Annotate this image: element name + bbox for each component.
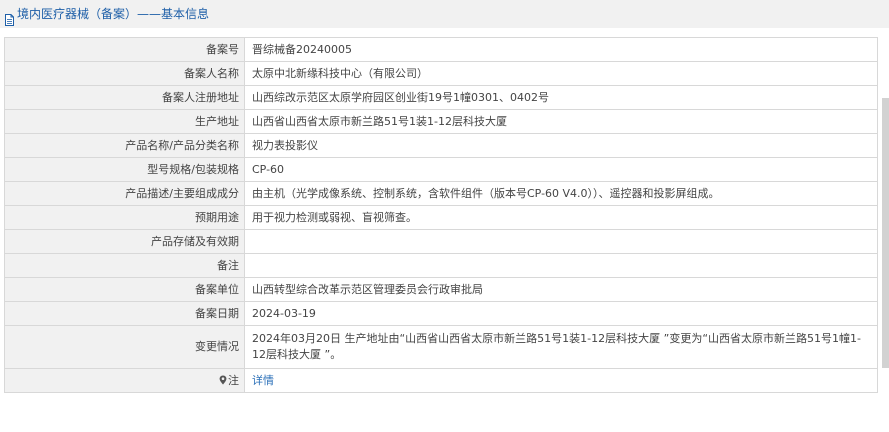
note-label: 注 bbox=[4, 368, 245, 393]
row-value: 用于视力检测或弱视、盲视筛查。 bbox=[244, 205, 878, 230]
scrollbar-thumb[interactable] bbox=[882, 98, 889, 368]
pin-icon bbox=[219, 374, 227, 384]
note-row: 注 详情 bbox=[4, 368, 878, 393]
row-value: 由主机（光学成像系统、控制系统，含软件组件（版本号CP-60 V4.0））、遥控… bbox=[244, 181, 878, 206]
row-label: 产品名称/产品分类名称 bbox=[4, 133, 245, 158]
row-value: 山西转型综合改革示范区管理委员会行政审批局 bbox=[244, 277, 878, 302]
row-label: 生产地址 bbox=[4, 109, 245, 134]
table-row: 产品描述/主要组成成分 由主机（光学成像系统、控制系统，含软件组件（版本号CP-… bbox=[4, 181, 878, 206]
row-value: 2024年03月20日 生产地址由“山西省山西省太原市新兰路51号1装1-12层… bbox=[244, 325, 878, 369]
row-value: 晋综械备20240005 bbox=[244, 37, 878, 62]
row-value: 2024-03-19 bbox=[244, 301, 878, 326]
row-value: 太原中北新缘科技中心（有限公司） bbox=[244, 61, 878, 86]
row-label: 备案号 bbox=[4, 37, 245, 62]
detail-link[interactable]: 详情 bbox=[252, 374, 274, 387]
page-title: 境内医疗器械（备案）——基本信息 bbox=[17, 7, 210, 21]
row-label: 备案单位 bbox=[4, 277, 245, 302]
row-value: 山西综改示范区太原学府园区创业街19号1幢0301、0402号 bbox=[244, 85, 878, 110]
document-icon bbox=[4, 8, 15, 26]
table-row: 变更情况 2024年03月20日 生产地址由“山西省山西省太原市新兰路51号1装… bbox=[4, 325, 878, 369]
table-row: 产品存储及有效期 bbox=[4, 229, 878, 254]
record-page: 境内医疗器械（备案）——基本信息 备案号 晋综械备20240005 备案人名称 … bbox=[0, 0, 889, 432]
info-table: 备案号 晋综械备20240005 备案人名称 太原中北新缘科技中心（有限公司） … bbox=[4, 37, 878, 393]
row-label: 备案人注册地址 bbox=[4, 85, 245, 110]
table-row: 备案人注册地址 山西综改示范区太原学府园区创业街19号1幢0301、0402号 bbox=[4, 85, 878, 110]
row-label: 备案日期 bbox=[4, 301, 245, 326]
note-label-text: 注 bbox=[228, 373, 239, 387]
row-value: 视力表投影仪 bbox=[244, 133, 878, 158]
row-label: 产品存储及有效期 bbox=[4, 229, 245, 254]
row-value: 山西省山西省太原市新兰路51号1装1-12层科技大厦 bbox=[244, 109, 878, 134]
row-label: 变更情况 bbox=[4, 325, 245, 369]
table-row: 备案人名称 太原中北新缘科技中心（有限公司） bbox=[4, 61, 878, 86]
table-row: 备注 bbox=[4, 253, 878, 278]
row-label: 备案人名称 bbox=[4, 61, 245, 86]
row-label: 备注 bbox=[4, 253, 245, 278]
note-value: 详情 bbox=[244, 368, 878, 393]
table-row: 预期用途 用于视力检测或弱视、盲视筛查。 bbox=[4, 205, 878, 230]
table-row: 备案日期 2024-03-19 bbox=[4, 301, 878, 326]
row-value: CP-60 bbox=[244, 157, 878, 182]
row-label: 型号规格/包装规格 bbox=[4, 157, 245, 182]
row-value bbox=[244, 229, 878, 254]
row-value bbox=[244, 253, 878, 278]
table-row: 备案单位 山西转型综合改革示范区管理委员会行政审批局 bbox=[4, 277, 878, 302]
page-header: 境内医疗器械（备案）——基本信息 bbox=[0, 0, 889, 28]
row-label: 产品描述/主要组成成分 bbox=[4, 181, 245, 206]
table-row: 生产地址 山西省山西省太原市新兰路51号1装1-12层科技大厦 bbox=[4, 109, 878, 134]
table-row: 产品名称/产品分类名称 视力表投影仪 bbox=[4, 133, 878, 158]
table-row: 备案号 晋综械备20240005 bbox=[4, 37, 878, 62]
table-row: 型号规格/包装规格 CP-60 bbox=[4, 157, 878, 182]
row-label: 预期用途 bbox=[4, 205, 245, 230]
